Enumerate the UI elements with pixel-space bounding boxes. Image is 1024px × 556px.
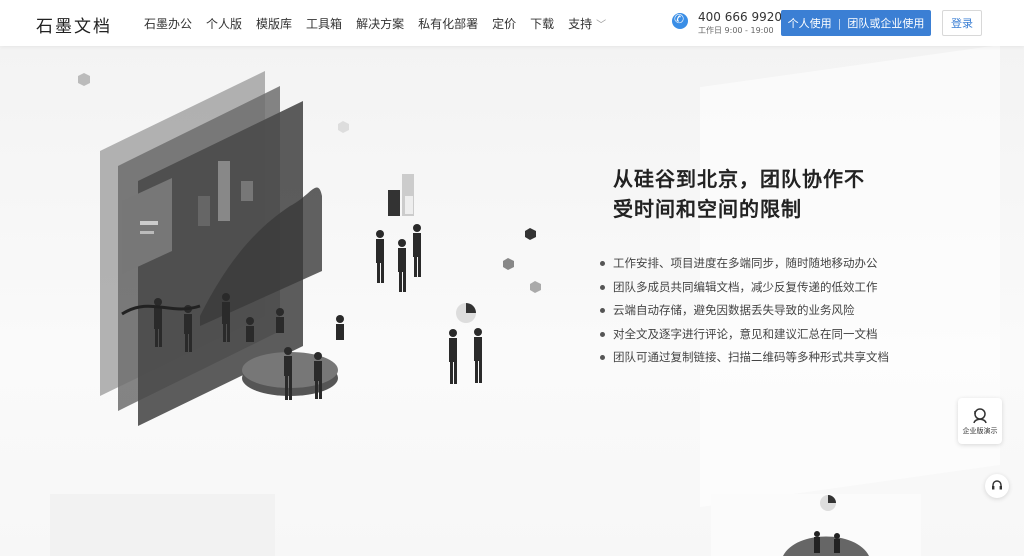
bullet-icon <box>600 284 605 290</box>
headline-line-2: 受时间和空间的限制 <box>613 197 802 221</box>
personal-use-button[interactable]: 个人使用 <box>788 15 832 31</box>
hero-headline: 从硅谷到北京，团队协作不 受时间和空间的限制 <box>613 164 923 224</box>
cta-divider: | <box>837 16 842 30</box>
feature-item: 工作安排、项目进度在多端同步，随时随地移动办公 <box>600 252 889 276</box>
customer-service-icon <box>973 408 987 424</box>
nav-item-solutions[interactable]: 解决方案 <box>356 15 404 32</box>
feature-item: 团队多成员共同编辑文档，减少反复传递的低效工作 <box>600 276 889 300</box>
enterprise-demo-label: 企业版演示 <box>962 427 998 435</box>
nav-item-personal[interactable]: 个人版 <box>206 15 242 32</box>
bullet-icon <box>600 261 605 267</box>
hero-section: 从硅谷到北京，团队协作不 受时间和空间的限制 工作安排、项目进度在多端同步，随时… <box>0 46 1024 556</box>
nav-item-support-label: 支持 <box>568 16 593 31</box>
bullet-icon <box>600 355 605 361</box>
card-illustration <box>783 495 869 556</box>
usage-cta: 个人使用 | 团队或企业使用 <box>781 10 931 36</box>
feature-list: 工作安排、项目进度在多端同步，随时随地移动办公 团队多成员共同编辑文档，减少反复… <box>600 252 889 370</box>
nav-item-office[interactable]: 石墨办公 <box>144 15 192 32</box>
phone-icon <box>672 12 688 29</box>
nav-item-pricing[interactable]: 定价 <box>492 15 516 32</box>
phone-hours: 工作日 9:00 - 19:00 <box>698 26 774 35</box>
logo[interactable]: 石墨文档 <box>36 12 112 37</box>
nav-item-private-deploy[interactable]: 私有化部署 <box>418 15 478 32</box>
phone-number: 400 666 9920 <box>698 10 782 24</box>
feature-item: 对全文及逐字进行评论，意见和建议汇总在同一文档 <box>600 323 889 347</box>
bullet-icon <box>600 308 605 314</box>
nav-item-templates[interactable]: 模版库 <box>256 15 292 32</box>
nav-item-toolbox[interactable]: 工具箱 <box>306 15 342 32</box>
headset-icon <box>992 480 1002 490</box>
bottom-card-right <box>711 494 921 556</box>
enterprise-demo-button[interactable]: 企业版演示 <box>958 398 1002 444</box>
login-button[interactable]: 登录 <box>942 10 982 36</box>
help-button[interactable] <box>985 474 1009 498</box>
team-use-button[interactable]: 团队或企业使用 <box>847 15 924 31</box>
feature-item: 云端自动存储，避免因数据丢失导致的业务风险 <box>600 299 889 323</box>
bottom-card-left <box>50 494 275 556</box>
nav-item-support[interactable]: 支持 ﹀ <box>568 15 606 32</box>
team-collaboration-illustration <box>78 71 541 426</box>
feature-item: 团队可通过复制链接、扫描二维码等多种形式共享文档 <box>600 346 889 370</box>
contact-phone: 400 666 9920 工作日 9:00 - 19:00 <box>672 9 782 36</box>
chevron-down-icon: ﹀ <box>596 19 607 31</box>
top-header: 石墨文档 石墨办公 个人版 模版库 工具箱 解决方案 私有化部署 定价 下载 支… <box>0 0 1024 46</box>
bullet-icon <box>600 331 605 337</box>
main-nav: 石墨办公 个人版 模版库 工具箱 解决方案 私有化部署 定价 下载 支持 ﹀ <box>144 0 620 46</box>
headline-line-1: 从硅谷到北京，团队协作不 <box>613 167 865 191</box>
nav-item-download[interactable]: 下载 <box>530 15 554 32</box>
